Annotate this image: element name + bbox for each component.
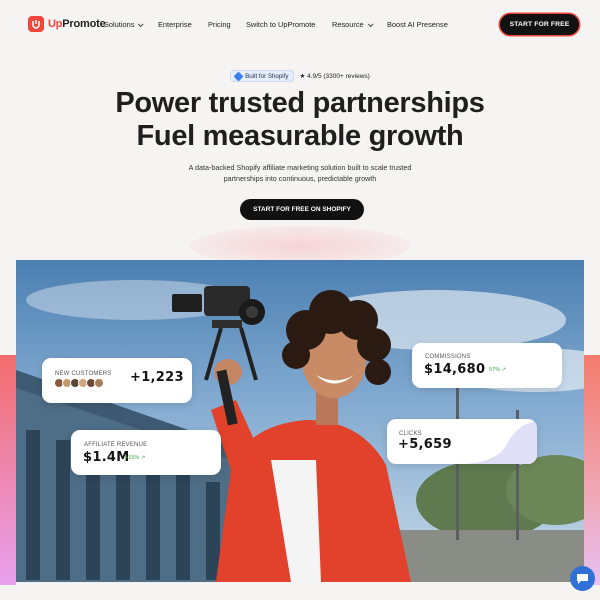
- nav-resource[interactable]: Resource: [332, 20, 374, 29]
- commissions-delta: 57% ↗: [489, 367, 507, 373]
- commissions-label: COMMISSIONS: [425, 354, 471, 360]
- affiliate-revenue-value: $1.4M: [83, 450, 130, 465]
- nav-boost-ai-presense[interactable]: Boost AI Presense: [387, 20, 448, 29]
- new-customers-value: +1,223: [130, 370, 184, 385]
- badge-label: Built for Shopify: [245, 72, 289, 80]
- uppromote-logo[interactable]: UpPromote: [28, 16, 106, 32]
- nav-solutions[interactable]: Solutions: [104, 20, 144, 29]
- hero-headline: Power trusted partnerships Fuel measurab…: [0, 87, 600, 153]
- headline-line-2: Fuel measurable growth: [136, 120, 464, 152]
- top-navigation: UpPromote Solutions Enterprise Pricing S…: [0, 0, 600, 48]
- new-customers-label: NEW CUSTOMERS: [55, 371, 112, 377]
- chevron-down-icon: [138, 20, 144, 27]
- nav-enterprise[interactable]: Enterprise: [158, 20, 192, 29]
- clicks-value: +5,659: [398, 437, 452, 452]
- chat-bubble-icon: [577, 573, 588, 584]
- affiliate-revenue-card: AFFILIATE REVENUE $1.4M +15% ↗: [71, 430, 221, 475]
- diamond-icon: [233, 71, 244, 81]
- avatar: [94, 378, 104, 388]
- nav-pricing[interactable]: Pricing: [208, 20, 231, 29]
- hero-badge-row: Built for Shopify ★ 4.9/5 (3300+ reviews…: [0, 70, 600, 82]
- headline-line-1: Power trusted partnerships: [115, 87, 485, 119]
- logo-text: UpPromote: [48, 18, 106, 30]
- customer-avatars: [54, 378, 104, 388]
- hero-subtext: A data-backed Shopify affiliate marketin…: [150, 162, 450, 184]
- affiliate-revenue-delta: +15% ↗: [125, 455, 146, 461]
- commissions-card: COMMISSIONS $14,680 57% ↗: [412, 343, 562, 388]
- right-gradient-strip: [584, 355, 600, 585]
- affiliate-revenue-label: AFFILIATE REVENUE: [84, 442, 148, 448]
- built-for-shopify-badge: Built for Shopify: [230, 70, 294, 82]
- clicks-card: CLICKS +5,659: [387, 419, 537, 464]
- start-for-free-on-shopify-button[interactable]: START FOR FREE ON SHOPIFY: [240, 199, 364, 220]
- left-gradient-strip: [0, 355, 16, 585]
- rating-text: ★ 4.9/5 (3300+ reviews): [299, 73, 370, 80]
- new-customers-card: NEW CUSTOMERS +1,223: [42, 358, 192, 403]
- subtext-line-1: A data-backed Shopify affiliate marketin…: [188, 163, 412, 172]
- commissions-value: $14,680: [424, 362, 486, 377]
- chat-button[interactable]: [570, 566, 595, 591]
- logo-mark-icon: [28, 16, 44, 32]
- subtext-line-2: partnerships into continuous, predictabl…: [223, 174, 377, 183]
- nav-switch-to-uppromote[interactable]: Switch to UpPromote: [246, 20, 315, 29]
- start-for-free-button[interactable]: START FOR FREE: [500, 14, 579, 35]
- chevron-down-icon: [367, 20, 374, 27]
